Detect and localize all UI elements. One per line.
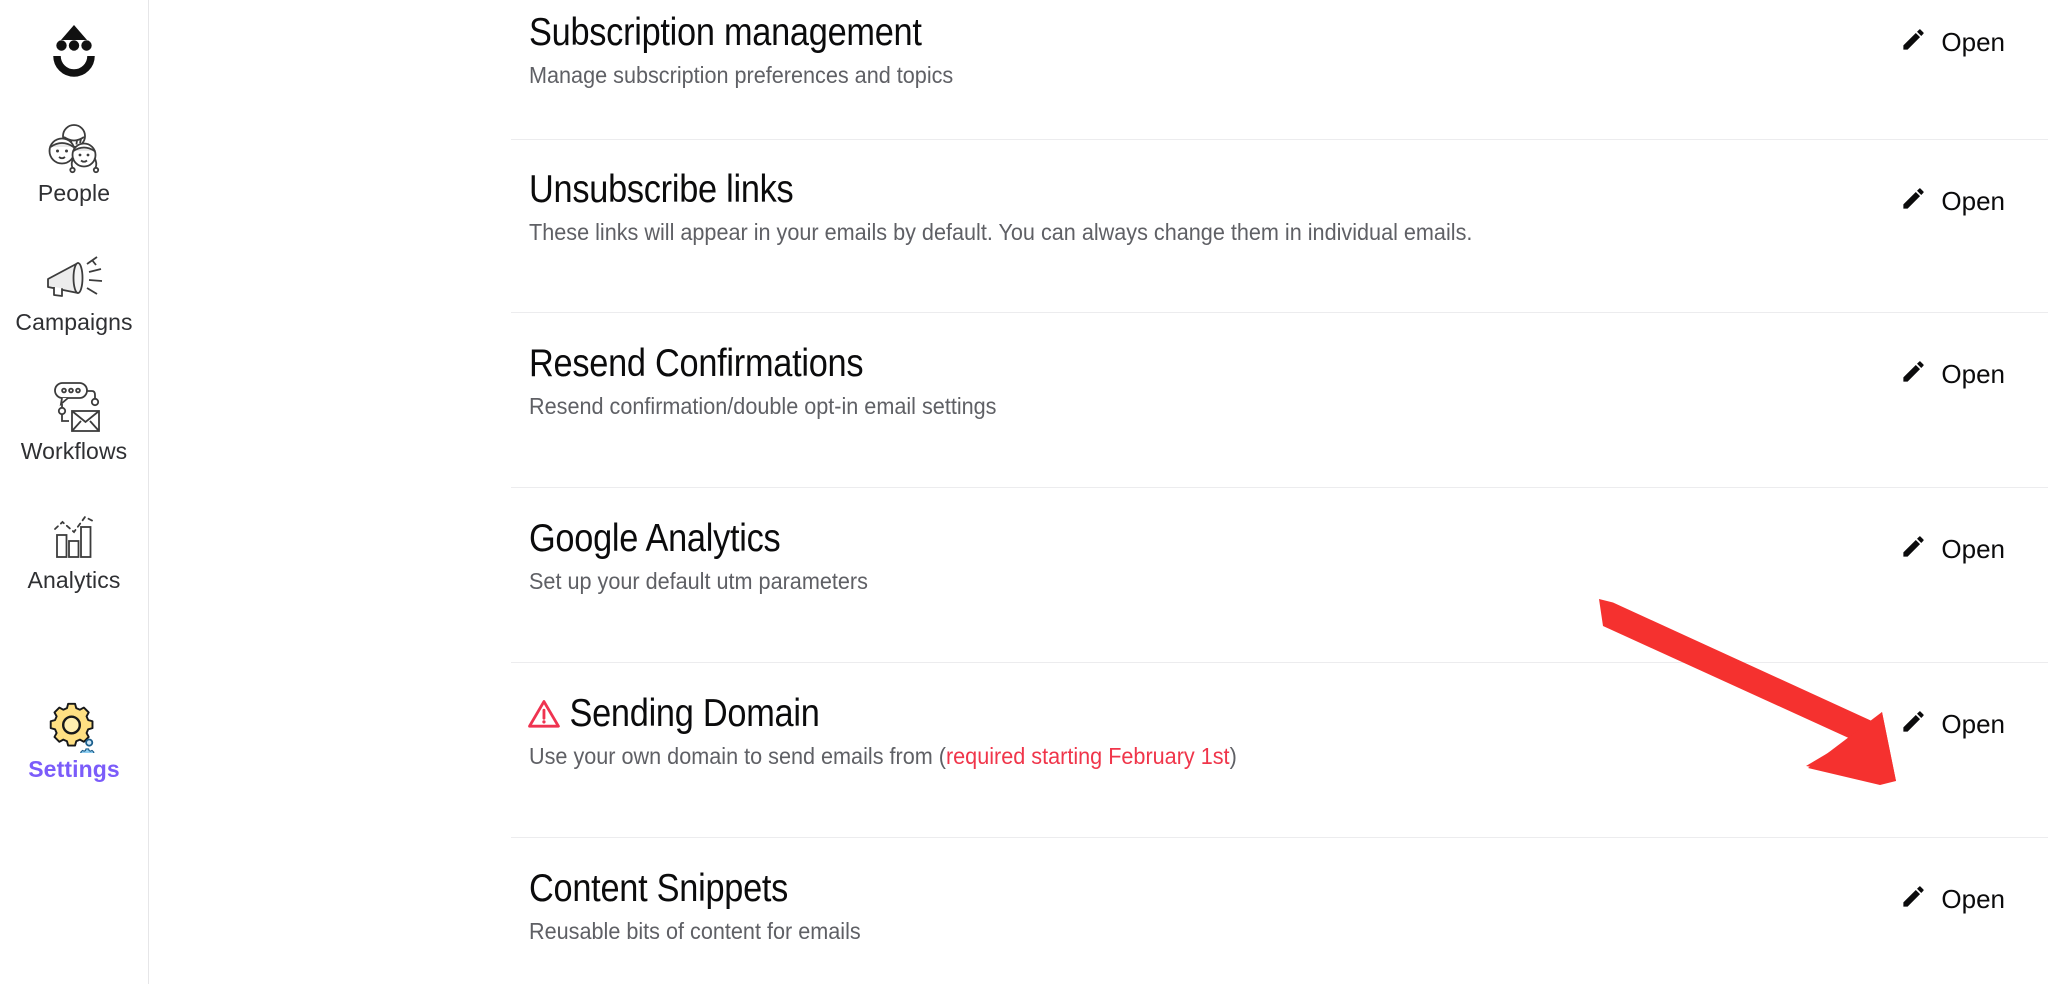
open-button-content-snippets[interactable]: Open (1900, 838, 2048, 915)
pencil-icon (1900, 708, 1927, 740)
row-subtitle: These links will appear in your emails b… (529, 219, 1473, 245)
settings-row-unsubscribe-links[interactable]: Unsubscribe links These links will appea… (511, 140, 2048, 313)
settings-main-panel: Subscription management Manage subscript… (149, 0, 2048, 984)
row-text: Unsubscribe links These links will appea… (511, 140, 1533, 264)
row-subtitle: Resend confirmation/double opt-in email … (529, 393, 997, 419)
sidebar-item-analytics[interactable]: Analytics (0, 505, 149, 594)
settings-list: Subscription management Manage subscript… (511, 0, 2048, 984)
pencil-icon (1900, 533, 1927, 565)
open-label: Open (1941, 534, 2005, 564)
row-text: Content Snippets Reusable bits of conten… (511, 838, 882, 963)
row-title-text: Unsubscribe links (529, 168, 794, 211)
row-text: Subscription management Manage subscript… (511, 0, 980, 107)
open-button-unsubscribe-links[interactable]: Open (1900, 140, 2048, 217)
sidebar-item-label-analytics: Analytics (27, 567, 121, 593)
settings-row-sending-domain[interactable]: Sending Domain Use your own domain to se… (511, 663, 2048, 838)
row-subtitle-prefix: Use your own domain to send emails from … (529, 743, 946, 769)
sidebar-item-settings[interactable]: Settings (0, 694, 149, 783)
sidebar-item-people[interactable]: People (0, 118, 149, 207)
row-title: Unsubscribe links (529, 165, 1412, 215)
row-text: Sending Domain Use your own domain to se… (511, 663, 1282, 788)
open-button-resend-confirmations[interactable]: Open (1900, 313, 2048, 390)
row-subtitle-accent: required starting February 1st (945, 743, 1230, 769)
row-title-text: Sending Domain (569, 692, 820, 735)
row-title: Subscription management (529, 8, 926, 58)
open-label: Open (1941, 709, 2005, 739)
row-title: Resend Confirmations (529, 339, 967, 389)
row-title-text: Content Snippets (529, 867, 789, 910)
open-button-sending-domain[interactable]: Open (1900, 663, 2048, 740)
row-subtitle-suffix: ) (1229, 743, 1237, 769)
settings-row-resend-confirmations[interactable]: Resend Confirmations Resend confirmation… (511, 313, 2048, 488)
open-button-google-analytics[interactable]: Open (1900, 488, 2048, 565)
megaphone-icon (40, 247, 108, 309)
row-text: Google Analytics Set up your default utm… (511, 488, 890, 613)
row-text: Resend Confirmations Resend confirmation… (511, 313, 1026, 438)
row-title: Google Analytics (529, 514, 846, 564)
sidebar-item-workflows[interactable]: Workflows (0, 376, 149, 465)
row-subtitle: Set up your default utm parameters (529, 568, 868, 594)
settings-row-content-snippets[interactable]: Content Snippets Reusable bits of conten… (511, 838, 2048, 984)
open-label: Open (1941, 186, 2005, 216)
pencil-icon (1900, 358, 1927, 390)
open-label: Open (1941, 884, 2005, 914)
row-title-text: Google Analytics (529, 517, 781, 560)
app-window: People Campaigns Workflows Analytics Set… (0, 0, 2048, 984)
warning-triangle-icon (527, 697, 561, 731)
pencil-icon (1900, 185, 1927, 217)
sidebar-item-label-campaigns: Campaigns (15, 309, 133, 335)
workflow-mail-icon (43, 376, 105, 438)
sidebar-item-label-people: People (37, 180, 111, 206)
settings-row-google-analytics[interactable]: Google Analytics Set up your default utm… (511, 488, 2048, 663)
sidebar-item-campaigns[interactable]: Campaigns (0, 247, 149, 336)
sidebar-item-label-settings: Settings (28, 756, 120, 782)
people-icon (43, 118, 105, 180)
pencil-icon (1900, 26, 1927, 58)
smiley-face-logo[interactable] (37, 14, 111, 88)
sidebar-item-label-workflows: Workflows (20, 438, 128, 464)
open-label: Open (1941, 27, 2005, 57)
row-subtitle: Manage subscription preferences and topi… (529, 62, 954, 88)
open-button-subscription-management[interactable]: Open (1900, 0, 2048, 58)
row-title: Content Snippets (529, 864, 840, 914)
open-label: Open (1941, 359, 2005, 389)
bar-chart-icon (45, 505, 103, 567)
sidebar: People Campaigns Workflows Analytics Set… (0, 0, 149, 984)
row-subtitle: Reusable bits of content for emails (529, 918, 861, 944)
row-title: Sending Domain (527, 689, 1192, 739)
gear-icon (43, 694, 105, 756)
row-title-text: Resend Confirmations (529, 342, 864, 385)
row-subtitle: Use your own domain to send emails from … (529, 741, 1237, 771)
settings-row-subscription-management[interactable]: Subscription management Manage subscript… (511, 0, 2048, 140)
pencil-icon (1900, 883, 1927, 915)
row-title-text: Subscription management (529, 11, 922, 54)
